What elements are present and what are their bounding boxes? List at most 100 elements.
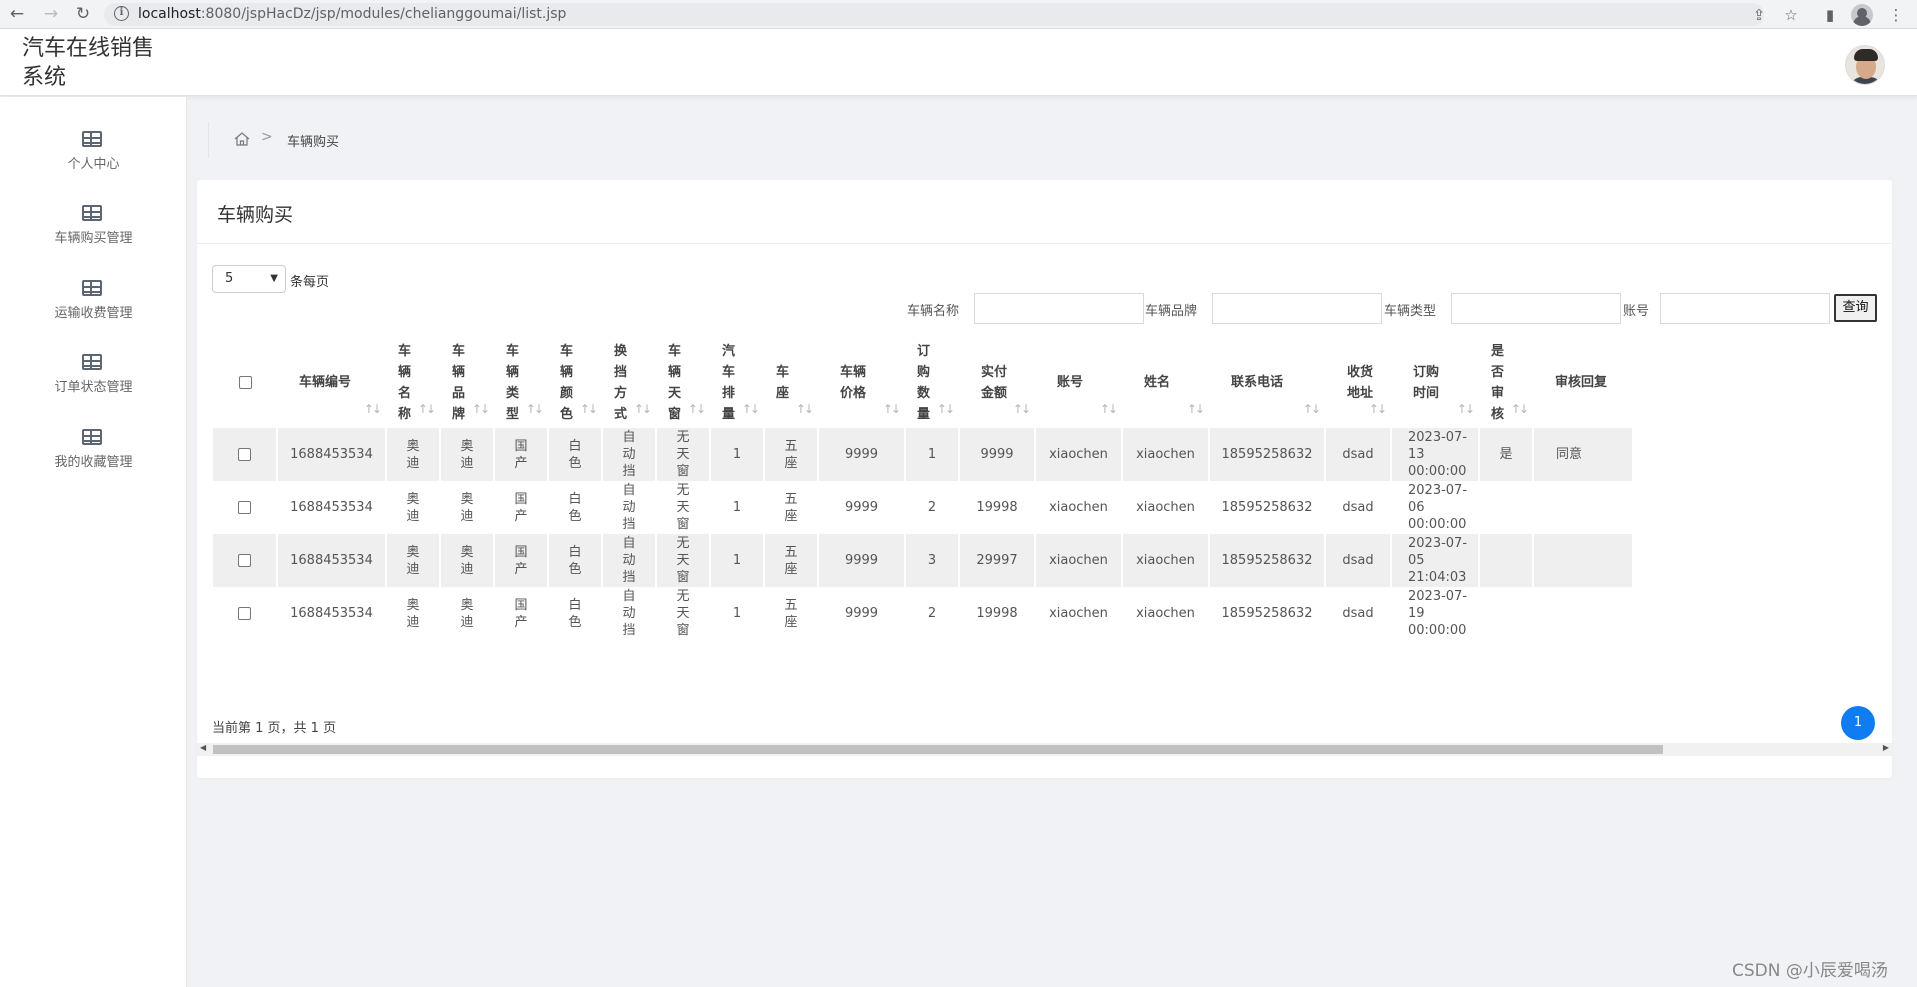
table-row[interactable]: 1688453534 奥迪 奥迪 国产 白色 自动挡 无天窗 1 五座 9999 1 9999 xiao…	[213, 428, 1634, 481]
app-title: 汽车在线销售 系统	[22, 36, 155, 90]
table-icon	[82, 429, 102, 445]
column-header[interactable]: 换挡方式 ↑↓	[602, 337, 656, 428]
sidebar-item-order-status[interactable]: 订单状态管理	[0, 354, 187, 414]
table-row[interactable]: 1688453534 奥迪 奥迪 国产 白色 自动挡 无天窗 1 五座 9999 3 29997 xia…	[213, 534, 1634, 587]
column-header[interactable]: 车辆价格 ↑↓	[818, 337, 905, 428]
avatar[interactable]	[1845, 45, 1885, 85]
url-text[interactable]: localhost:8080/jspHacDz/jsp/modules/chel…	[138, 6, 566, 22]
table-cell: 无天窗	[656, 587, 711, 640]
home-icon[interactable]	[234, 132, 250, 146]
column-header[interactable]: 姓名 ↑↓	[1122, 337, 1209, 428]
sort-icon[interactable]: ↑↓	[1369, 399, 1387, 420]
search-button[interactable]: 查询	[1834, 294, 1877, 322]
table-cell: 1688453534	[277, 481, 387, 534]
column-header[interactable]: 审核回复	[1533, 337, 1633, 428]
select-all-checkbox[interactable]	[238, 376, 252, 389]
page-button[interactable]: 1	[1841, 706, 1875, 740]
column-header[interactable]: 车辆类型 ↑↓	[494, 337, 548, 428]
sort-icon[interactable]: ↑↓	[1013, 399, 1031, 420]
table-cell: 1	[710, 428, 765, 481]
profile-icon[interactable]	[1851, 4, 1873, 26]
sort-icon[interactable]: ↑↓	[1100, 399, 1118, 420]
horizontal-scrollbar[interactable]: ◀ ▶	[197, 743, 1892, 756]
column-header[interactable]: 汽车排量 ↑↓	[710, 337, 764, 428]
column-header[interactable]: 车辆编号 ↑↓	[277, 337, 386, 428]
sort-icon[interactable]: ↑↓	[1511, 399, 1529, 420]
table-cell: xiaochen	[1035, 428, 1123, 481]
breadcrumb: > 车辆购买	[208, 122, 339, 158]
sidebar-item-vehicle-purchase[interactable]: 车辆购买管理	[0, 205, 187, 265]
scroll-left-icon[interactable]: ◀	[200, 743, 206, 752]
forward-icon[interactable]: →	[40, 4, 62, 26]
table-cell: 2023-07-06 00:00:00	[1391, 481, 1480, 534]
column-header[interactable]: 是否审核 ↑↓	[1479, 337, 1533, 428]
column-header[interactable]: 车辆天窗 ↑↓	[656, 337, 710, 428]
table-cell: xiaochen	[1122, 534, 1210, 587]
row-checkbox[interactable]	[238, 554, 251, 567]
page-size-select[interactable]: 5 ▼	[212, 265, 286, 293]
sort-icon[interactable]: ↑↓	[1187, 399, 1205, 420]
sort-icon[interactable]: ↑↓	[883, 399, 901, 420]
column-header-label: 订购数量	[917, 343, 931, 422]
row-checkbox[interactable]	[238, 448, 251, 461]
vehicle-type-input[interactable]	[1451, 293, 1621, 324]
row-checkbox[interactable]	[238, 607, 251, 620]
sort-icon[interactable]: ↑↓	[526, 399, 544, 420]
sort-icon[interactable]: ↑↓	[418, 399, 436, 420]
back-icon[interactable]: ←	[6, 4, 28, 26]
table-row[interactable]: 1688453534 奥迪 奥迪 国产 白色 自动挡 无天窗 1 五座 9999 2 19998 xia…	[213, 587, 1634, 640]
column-header-label: 订购时间	[1413, 364, 1440, 401]
sort-icon[interactable]: ↑↓	[796, 399, 814, 420]
sort-icon[interactable]: ↑↓	[1303, 399, 1321, 420]
vehicle-brand-input[interactable]	[1212, 293, 1382, 324]
share-icon[interactable]: ⇪	[1748, 4, 1770, 26]
info-icon[interactable]: i	[114, 6, 129, 21]
column-header[interactable]: 账号 ↑↓	[1035, 337, 1122, 428]
sort-icon[interactable]: ↑↓	[937, 399, 955, 420]
sort-icon[interactable]: ↑↓	[688, 399, 706, 420]
sort-icon[interactable]: ↑↓	[742, 399, 760, 420]
table-cell: 五座	[764, 428, 819, 481]
sidebar-item-profile[interactable]: 个人中心	[0, 131, 187, 191]
column-header[interactable]: 订购时间 ↑↓	[1391, 337, 1479, 428]
column-header[interactable]: 收货地址 ↑↓	[1325, 337, 1391, 428]
table-cell: 9999	[818, 534, 906, 587]
table-cell: 1688453534	[277, 534, 387, 587]
table-cell: 奥迪	[440, 587, 495, 640]
scroll-right-icon[interactable]: ▶	[1883, 743, 1889, 752]
account-input[interactable]	[1660, 293, 1830, 324]
table-cell: 国产	[494, 534, 549, 587]
sort-icon[interactable]: ↑↓	[364, 399, 382, 420]
table-cell: 白色	[548, 587, 603, 640]
side-panel-icon[interactable]: ▮	[1819, 4, 1841, 26]
divider	[197, 243, 1892, 244]
sort-icon[interactable]: ↑↓	[634, 399, 652, 420]
column-header[interactable]: 车辆名称 ↑↓	[386, 337, 440, 428]
scrollbar-thumb[interactable]	[213, 745, 1663, 754]
column-header-label: 是否审核	[1491, 343, 1505, 422]
sort-icon[interactable]: ↑↓	[1457, 399, 1475, 420]
table-row[interactable]: 1688453534 奥迪 奥迪 国产 白色 自动挡 无天窗 1 五座 9999 2 19998 xia…	[213, 481, 1634, 534]
sort-icon[interactable]: ↑↓	[472, 399, 490, 420]
column-header[interactable]: 车辆品牌 ↑↓	[440, 337, 494, 428]
sidebar-item-shipping-fee[interactable]: 运输收费管理	[0, 280, 187, 340]
menu-icon[interactable]: ⋮	[1885, 4, 1907, 26]
table-cell: xiaochen	[1035, 481, 1123, 534]
sidebar-item-favorites[interactable]: 我的收藏管理	[0, 429, 187, 489]
row-checkbox[interactable]	[238, 501, 251, 514]
table-cell	[1479, 534, 1534, 587]
sort-icon[interactable]: ↑↓	[580, 399, 598, 420]
table-cell: 19998	[959, 481, 1036, 534]
column-header-label: 账号	[1057, 375, 1084, 390]
column-header[interactable]: 实付金额 ↑↓	[959, 337, 1035, 428]
vehicle-name-input[interactable]	[974, 293, 1144, 324]
star-icon[interactable]: ☆	[1780, 4, 1802, 26]
column-header[interactable]: 车辆颜色 ↑↓	[548, 337, 602, 428]
column-header[interactable]: 联系电话 ↑↓	[1209, 337, 1325, 428]
column-header[interactable]: 车座 ↑↓	[764, 337, 818, 428]
address-bar[interactable]: i localhost:8080/jspHacDz/jsp/modules/ch…	[104, 3, 1764, 26]
column-header-label: 联系电话	[1231, 375, 1284, 390]
column-header[interactable]: 订购数量 ↑↓	[905, 337, 959, 428]
reload-icon[interactable]: ↻	[72, 4, 94, 26]
table-cell: 奥迪	[440, 428, 495, 481]
